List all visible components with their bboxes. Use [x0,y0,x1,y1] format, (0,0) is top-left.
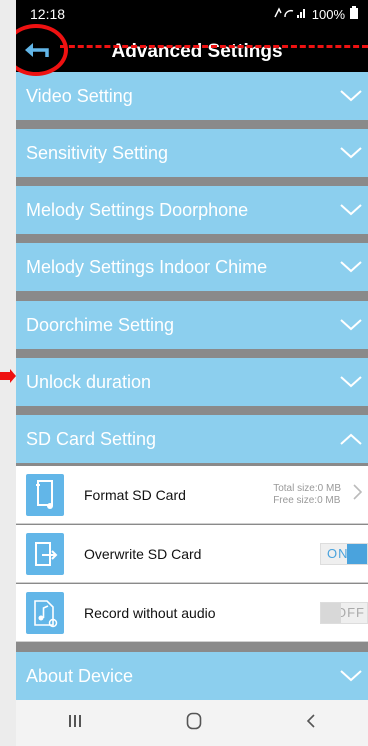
record-without-audio-label: Record without audio [84,604,216,621]
format-sd-card-label: Format SD Card [84,486,186,503]
section-label: Video Setting [26,85,133,106]
chevron-down-icon [340,319,362,331]
format-sd-card-row[interactable]: Format SD Card Total size:0 MB Free size… [16,466,368,524]
section-label: SD Card Setting [26,428,157,449]
record-audio-toggle[interactable]: OFF [320,601,368,624]
section-label: About Device [26,665,134,686]
annotation-dashed-line [60,45,368,48]
home-icon[interactable] [186,712,202,735]
section-about-device[interactable]: About Device [16,652,368,700]
section-label: Doorchime Setting [26,314,175,335]
section-doorchime-setting[interactable]: Doorchime Setting [16,301,368,349]
section-video-setting[interactable]: Video Setting [16,72,368,120]
overwrite-sd-card-label: Overwrite SD Card [84,545,202,562]
sd-total-size: Total size:0 MB [273,482,341,494]
chevron-up-icon [340,433,362,445]
sd-size-info: Total size:0 MB Free size:0 MB [273,483,341,507]
status-icons: 100% [273,6,358,22]
status-time: 12:18 [30,6,66,22]
chevron-down-icon [340,204,362,216]
section-label: Melody Settings Indoor Chime [26,256,268,277]
chevron-right-icon [353,484,363,505]
sd-card-icon [26,473,64,516]
status-bar: 12:18 100% [16,0,368,28]
chevron-down-icon [340,261,362,273]
music-note-icon [26,591,64,634]
annotation-arrow [0,369,16,383]
section-unlock-duration[interactable]: Unlock duration [16,358,368,406]
recent-apps-icon[interactable] [67,713,83,734]
section-melody-indoor-chime[interactable]: Melody Settings Indoor Chime [16,243,368,291]
section-sd-card-setting[interactable]: SD Card Setting [16,415,368,463]
chevron-down-icon [340,670,362,682]
section-label: Unlock duration [26,371,152,392]
sd-free-size: Free size:0 MB [273,494,341,506]
overwrite-icon [26,532,64,575]
battery-icon [350,6,358,22]
app-screen: 12:18 100% Advanced Settings Video Setti… [16,0,368,746]
section-label: Sensitivity Setting [26,142,169,163]
overwrite-toggle[interactable]: ON [320,542,368,565]
chevron-down-icon [340,90,362,102]
chevron-down-icon [340,376,362,388]
back-nav-icon[interactable] [305,713,317,734]
system-nav-bar [16,700,368,746]
toggle-state: ON [327,546,349,561]
title-bar: Advanced Settings [16,28,368,74]
battery-text: 100% [311,6,345,22]
toggle-knob [347,543,367,564]
toggle-knob [321,602,341,623]
section-label: Melody Settings Doorphone [26,199,249,220]
section-melody-doorphone[interactable]: Melody Settings Doorphone [16,186,368,234]
section-sensitivity-setting[interactable]: Sensitivity Setting [16,129,368,177]
overwrite-sd-card-row: Overwrite SD Card ON [16,525,368,583]
record-without-audio-row: Record without audio OFF [16,584,368,642]
signal-icon [273,6,307,22]
chevron-down-icon [340,147,362,159]
